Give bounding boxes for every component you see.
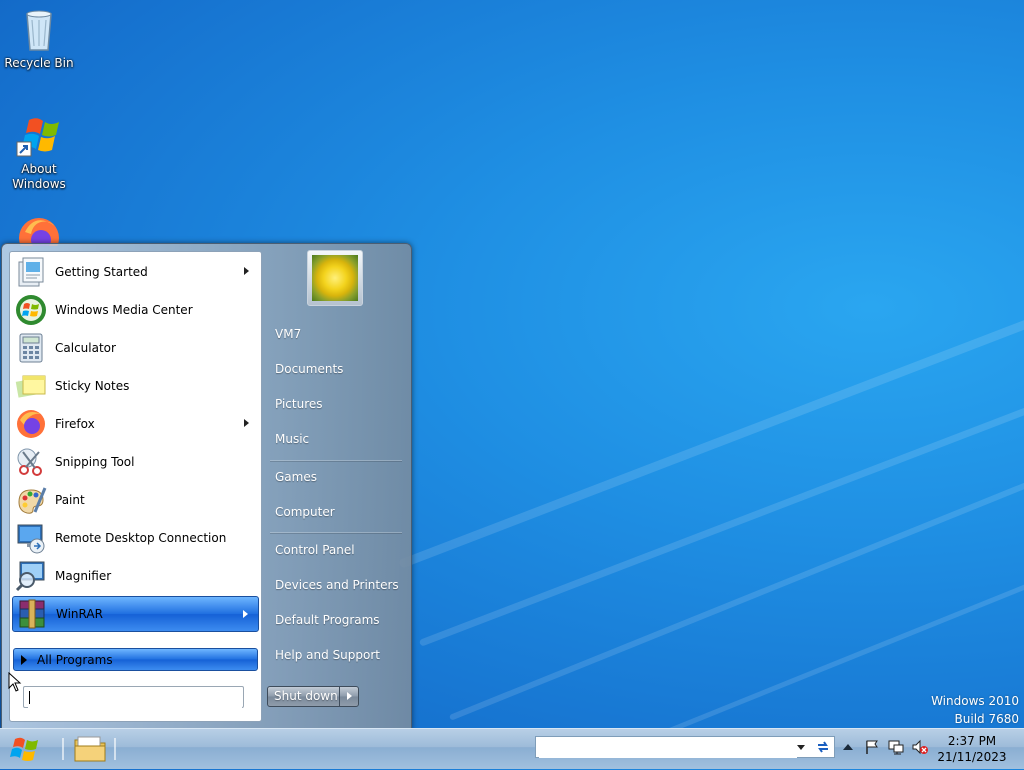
snipping-tool-icon <box>15 446 47 478</box>
shutdown-options-button[interactable] <box>339 687 358 706</box>
winrar-icon <box>16 598 48 630</box>
clock-time: 2:37 PM <box>947 734 997 748</box>
magnifier-icon <box>15 560 47 592</box>
build-watermark: Windows 2010 Build 7680 <box>931 692 1019 728</box>
calculator-icon <box>15 332 47 364</box>
right-item-music[interactable]: Music <box>275 432 309 446</box>
right-item-devices-and-printers[interactable]: Devices and Printers <box>275 578 399 592</box>
submenu-arrow-icon <box>243 610 248 618</box>
program-getting-started[interactable]: Getting Started <box>12 254 259 290</box>
start-search-input[interactable] <box>28 688 242 708</box>
right-item-default-programs[interactable]: Default Programs <box>275 613 380 627</box>
firefox-icon <box>15 408 47 440</box>
chevron-right-icon <box>21 654 27 665</box>
desktop-icon-recycle-bin[interactable]: Recycle Bin <box>1 6 77 71</box>
address-input[interactable] <box>539 738 797 758</box>
program-paint[interactable]: Paint <box>12 482 259 518</box>
taskbar-separator <box>62 738 64 760</box>
windows-flag-shortcut-icon <box>15 112 63 160</box>
mouse-cursor-icon <box>8 672 22 692</box>
right-item-help-and-support[interactable]: Help and Support <box>275 648 380 662</box>
program-snipping-tool[interactable]: Snipping Tool <box>12 444 259 480</box>
program-firefox[interactable]: Firefox <box>12 406 259 442</box>
volume-muted-icon[interactable] <box>912 739 928 755</box>
taskbar-separator <box>114 738 116 760</box>
start-button[interactable] <box>6 731 46 767</box>
folder-icon <box>74 736 106 762</box>
user-account-picture[interactable] <box>307 250 363 306</box>
program-windows-media-center[interactable]: Windows Media Center <box>12 292 259 328</box>
program-label: Magnifier <box>55 569 112 583</box>
shutdown-label: Shut down <box>274 689 338 703</box>
program-label: Sticky Notes <box>55 379 130 393</box>
right-item-games[interactable]: Games <box>275 470 317 484</box>
program-label: Paint <box>55 493 85 507</box>
program-label: WinRAR <box>56 607 103 621</box>
program-label: Firefox <box>55 417 95 431</box>
program-label: Calculator <box>55 341 116 355</box>
program-winrar[interactable]: WinRAR <box>12 596 259 632</box>
media-center-icon <box>15 294 47 326</box>
refresh-go-icon[interactable] <box>815 740 831 754</box>
watermark-line: Build 7680 <box>954 712 1019 726</box>
program-label: Windows Media Center <box>55 303 193 317</box>
shutdown-button[interactable]: Shut down <box>267 686 359 707</box>
start-search-box[interactable] <box>23 686 244 708</box>
taskbar-clock[interactable]: 2:37 PM 21/11/2023 <box>932 733 1012 765</box>
sticky-notes-icon <box>15 370 47 402</box>
chevron-right-icon <box>347 692 352 700</box>
right-item-documents[interactable]: Documents <box>275 362 343 376</box>
watermark-line: Windows 2010 <box>931 694 1019 708</box>
show-hidden-icons-button[interactable] <box>843 744 853 750</box>
all-programs-label: All Programs <box>37 652 113 667</box>
program-label: Getting Started <box>55 265 148 279</box>
right-item-computer[interactable]: Computer <box>275 505 335 519</box>
program-remote-desktop-connection[interactable]: Remote Desktop Connection <box>12 520 259 556</box>
right-item-control-panel[interactable]: Control Panel <box>275 543 355 557</box>
remote-desktop-icon <box>15 522 47 554</box>
flower-avatar <box>312 255 358 301</box>
right-item-user-folder[interactable]: VM7 <box>275 327 301 341</box>
desktop-icon-about-windows[interactable]: About Windows <box>1 112 77 192</box>
wallpaper-streak <box>448 460 1024 721</box>
start-menu-programs-pane: Getting Started Windows Media Center Cal… <box>9 251 262 722</box>
clock-date: 21/11/2023 <box>937 750 1007 764</box>
windows-logo-icon <box>10 737 38 761</box>
action-center-flag-icon[interactable] <box>864 739 880 755</box>
right-item-pictures[interactable]: Pictures <box>275 397 323 411</box>
paint-icon <box>15 484 47 516</box>
taskbar-windows-explorer-button[interactable] <box>72 733 108 765</box>
program-label: Remote Desktop Connection <box>55 531 227 545</box>
program-label: Snipping Tool <box>55 455 135 469</box>
getting-started-icon <box>15 256 47 288</box>
chevron-down-icon[interactable] <box>797 745 805 750</box>
program-calculator[interactable]: Calculator <box>12 330 259 366</box>
all-programs-button[interactable]: All Programs <box>13 648 258 671</box>
desktop-icon-label: Windows <box>12 177 66 191</box>
right-pane-separator <box>270 532 402 533</box>
desktop-icon-label: About <box>21 162 57 176</box>
taskbar-address-bar[interactable] <box>535 736 835 758</box>
recycle-bin-icon <box>15 6 63 54</box>
right-pane-separator <box>270 460 402 461</box>
submenu-arrow-icon <box>244 419 249 427</box>
program-sticky-notes[interactable]: Sticky Notes <box>12 368 259 404</box>
text-caret <box>29 691 30 704</box>
network-icon[interactable] <box>888 739 904 755</box>
desktop-icon-label: Recycle Bin <box>4 56 74 70</box>
program-magnifier[interactable]: Magnifier <box>12 558 259 594</box>
submenu-arrow-icon <box>244 267 249 275</box>
